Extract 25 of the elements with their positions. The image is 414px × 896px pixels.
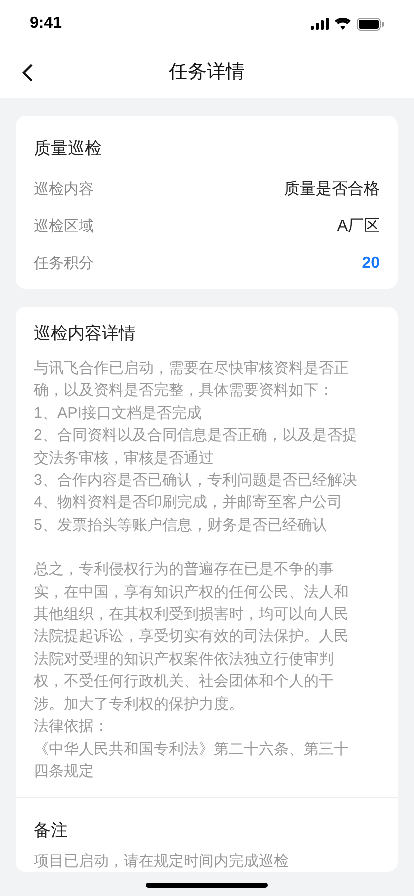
detail-text: 2、合同资料以及合同信息是否正确，以及是否提交法务审核，审核是否通过 xyxy=(34,426,358,469)
field-label: 巡检区域 xyxy=(34,216,94,237)
card-title: 巡检内容详情 xyxy=(34,322,137,344)
status-time: 9:41 xyxy=(30,14,62,34)
field-label: 任务积分 xyxy=(34,254,94,274)
field-label: 巡检内容 xyxy=(34,180,94,200)
detail-text: 与讯飞合作已启动，需要在尽快审核资料是否正确，以及资料是否完整，具体需要资料如下： xyxy=(34,359,350,402)
detail-text: 总之，专利侵权行为的普遍存在已是不争的事实，在中国，享有知识产权的任何公民、法人和其他组织，在其权利受到损害时，均可以向人民法院提起诉讼，享受切实有效的司法保护。人民法院对受理的知识产权案件依法独立行使审判权，不受任何行政机关、社会团体和个人的干涉。加大了专利权的保护力度。 xyxy=(34,560,350,715)
field-value: 质量是否合格 xyxy=(284,180,380,200)
field-value: 20 xyxy=(362,254,380,274)
back-icon xyxy=(22,64,34,82)
card-title: 质量巡检 xyxy=(34,138,103,160)
detail-text: 法律依据： xyxy=(34,717,110,738)
field-value: A厂区 xyxy=(337,217,380,237)
detail-text: 3、合作内容是否已确认，专利问题是否已经解决 xyxy=(34,471,358,492)
detail-text: 5、发票抬头等账户信息，财务是否已经确认 xyxy=(34,516,328,536)
detail-text: 1、API接口文档是否完成 xyxy=(34,404,203,424)
signal-icon xyxy=(311,18,329,30)
detail-text: 4、物料资料是否印刷完成，并邮寄至客户公司 xyxy=(34,493,344,514)
remark-text: 项目已启动，请在规定时间内完成巡检 xyxy=(34,852,289,872)
detail-text: 《中华人民共和国专利法》第二十六条、第三十四条规定 xyxy=(34,740,350,782)
card-title: 备注 xyxy=(34,820,69,842)
battery-icon xyxy=(357,18,384,30)
wifi-icon xyxy=(335,18,351,30)
page-title: 任务详情 xyxy=(169,60,245,85)
